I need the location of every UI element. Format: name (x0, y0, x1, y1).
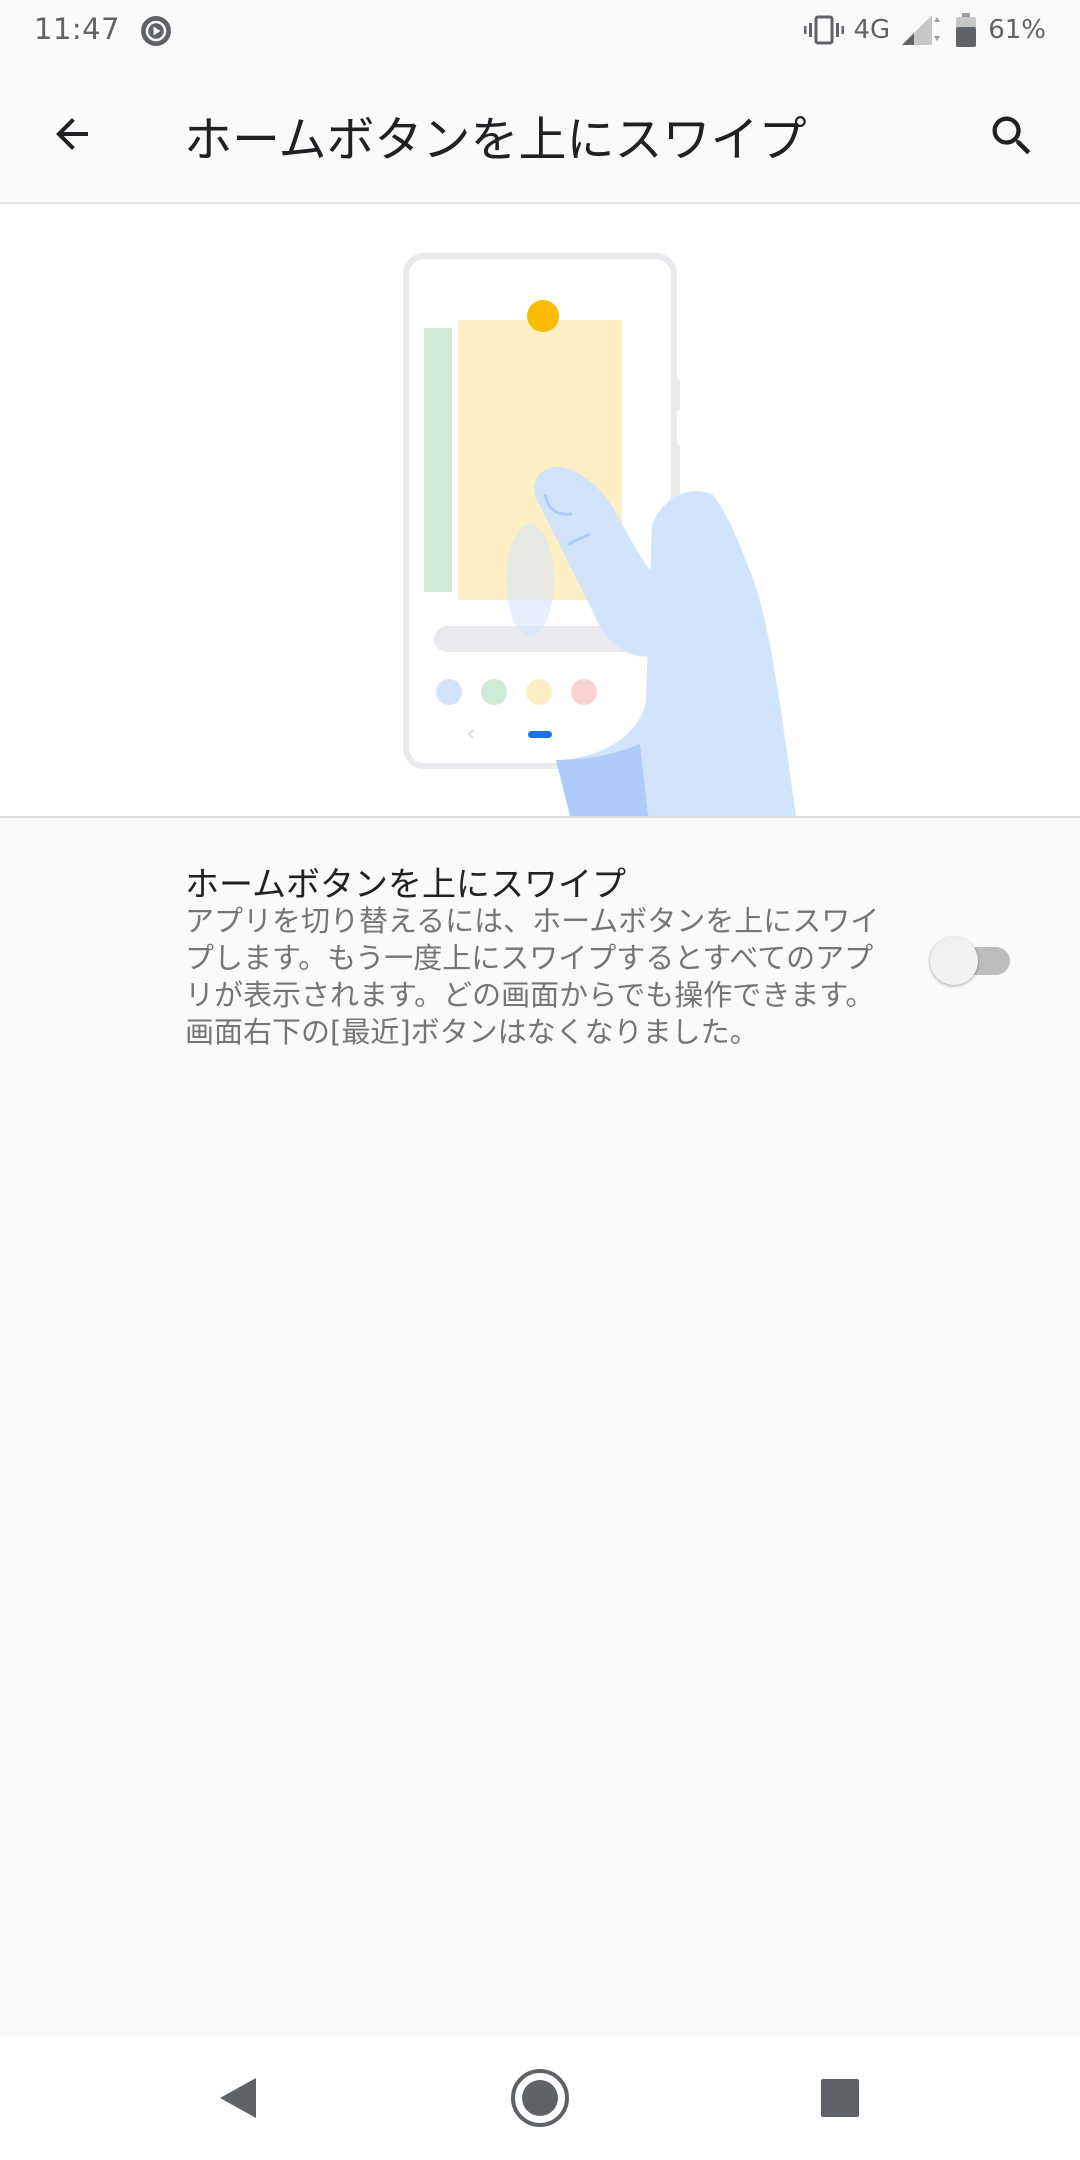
setting-title: ホームボタンを上にスワイプ (185, 865, 626, 905)
swipe-up-toggle[interactable] (930, 937, 1014, 985)
swipe-up-setting-row[interactable]: ホームボタンを上にスワイプ アプリを切り替えるには、ホームボタンを上にスワイプし… (0, 845, 1080, 1065)
setting-summary: アプリを切り替えるには、ホームボタンを上にスワイプします。もう一度上にスワイプす… (185, 904, 880, 1049)
status-time: 11:47 (34, 12, 121, 46)
back-button[interactable] (36, 98, 108, 170)
status-bar: 11:47 4G 61% (0, 0, 1080, 62)
nav-recents-icon (821, 2079, 859, 2117)
network-type: 4G (853, 15, 891, 45)
nav-back-icon (220, 2078, 256, 2118)
swipe-up-illustration (403, 253, 796, 816)
arrow-back-icon (56, 118, 88, 150)
signal-icon (902, 15, 941, 45)
battery-level: 61% (988, 15, 1046, 45)
nav-recents-button[interactable] (800, 2058, 880, 2138)
app-card-left (424, 328, 452, 592)
system-nav-bar (0, 2036, 1080, 2160)
search-button[interactable] (974, 98, 1050, 174)
vibrate-icon (803, 15, 844, 45)
gesture-illustration (0, 204, 1080, 818)
toggle-thumb (930, 937, 978, 985)
app-bar: ホームボタンを上にスワイプ (0, 62, 1080, 204)
page-title: ホームボタンを上にスワイプ (184, 112, 807, 168)
home-pill (528, 731, 552, 738)
search-icon (992, 116, 1031, 155)
nav-home-button[interactable] (500, 2058, 580, 2138)
media-play-icon (141, 16, 171, 46)
nav-home-icon (511, 2069, 569, 2127)
battery-icon (956, 13, 977, 47)
nav-back-button[interactable] (198, 2058, 278, 2138)
app-card-dot (527, 300, 559, 332)
status-icons: 4G 61% (803, 10, 1046, 50)
